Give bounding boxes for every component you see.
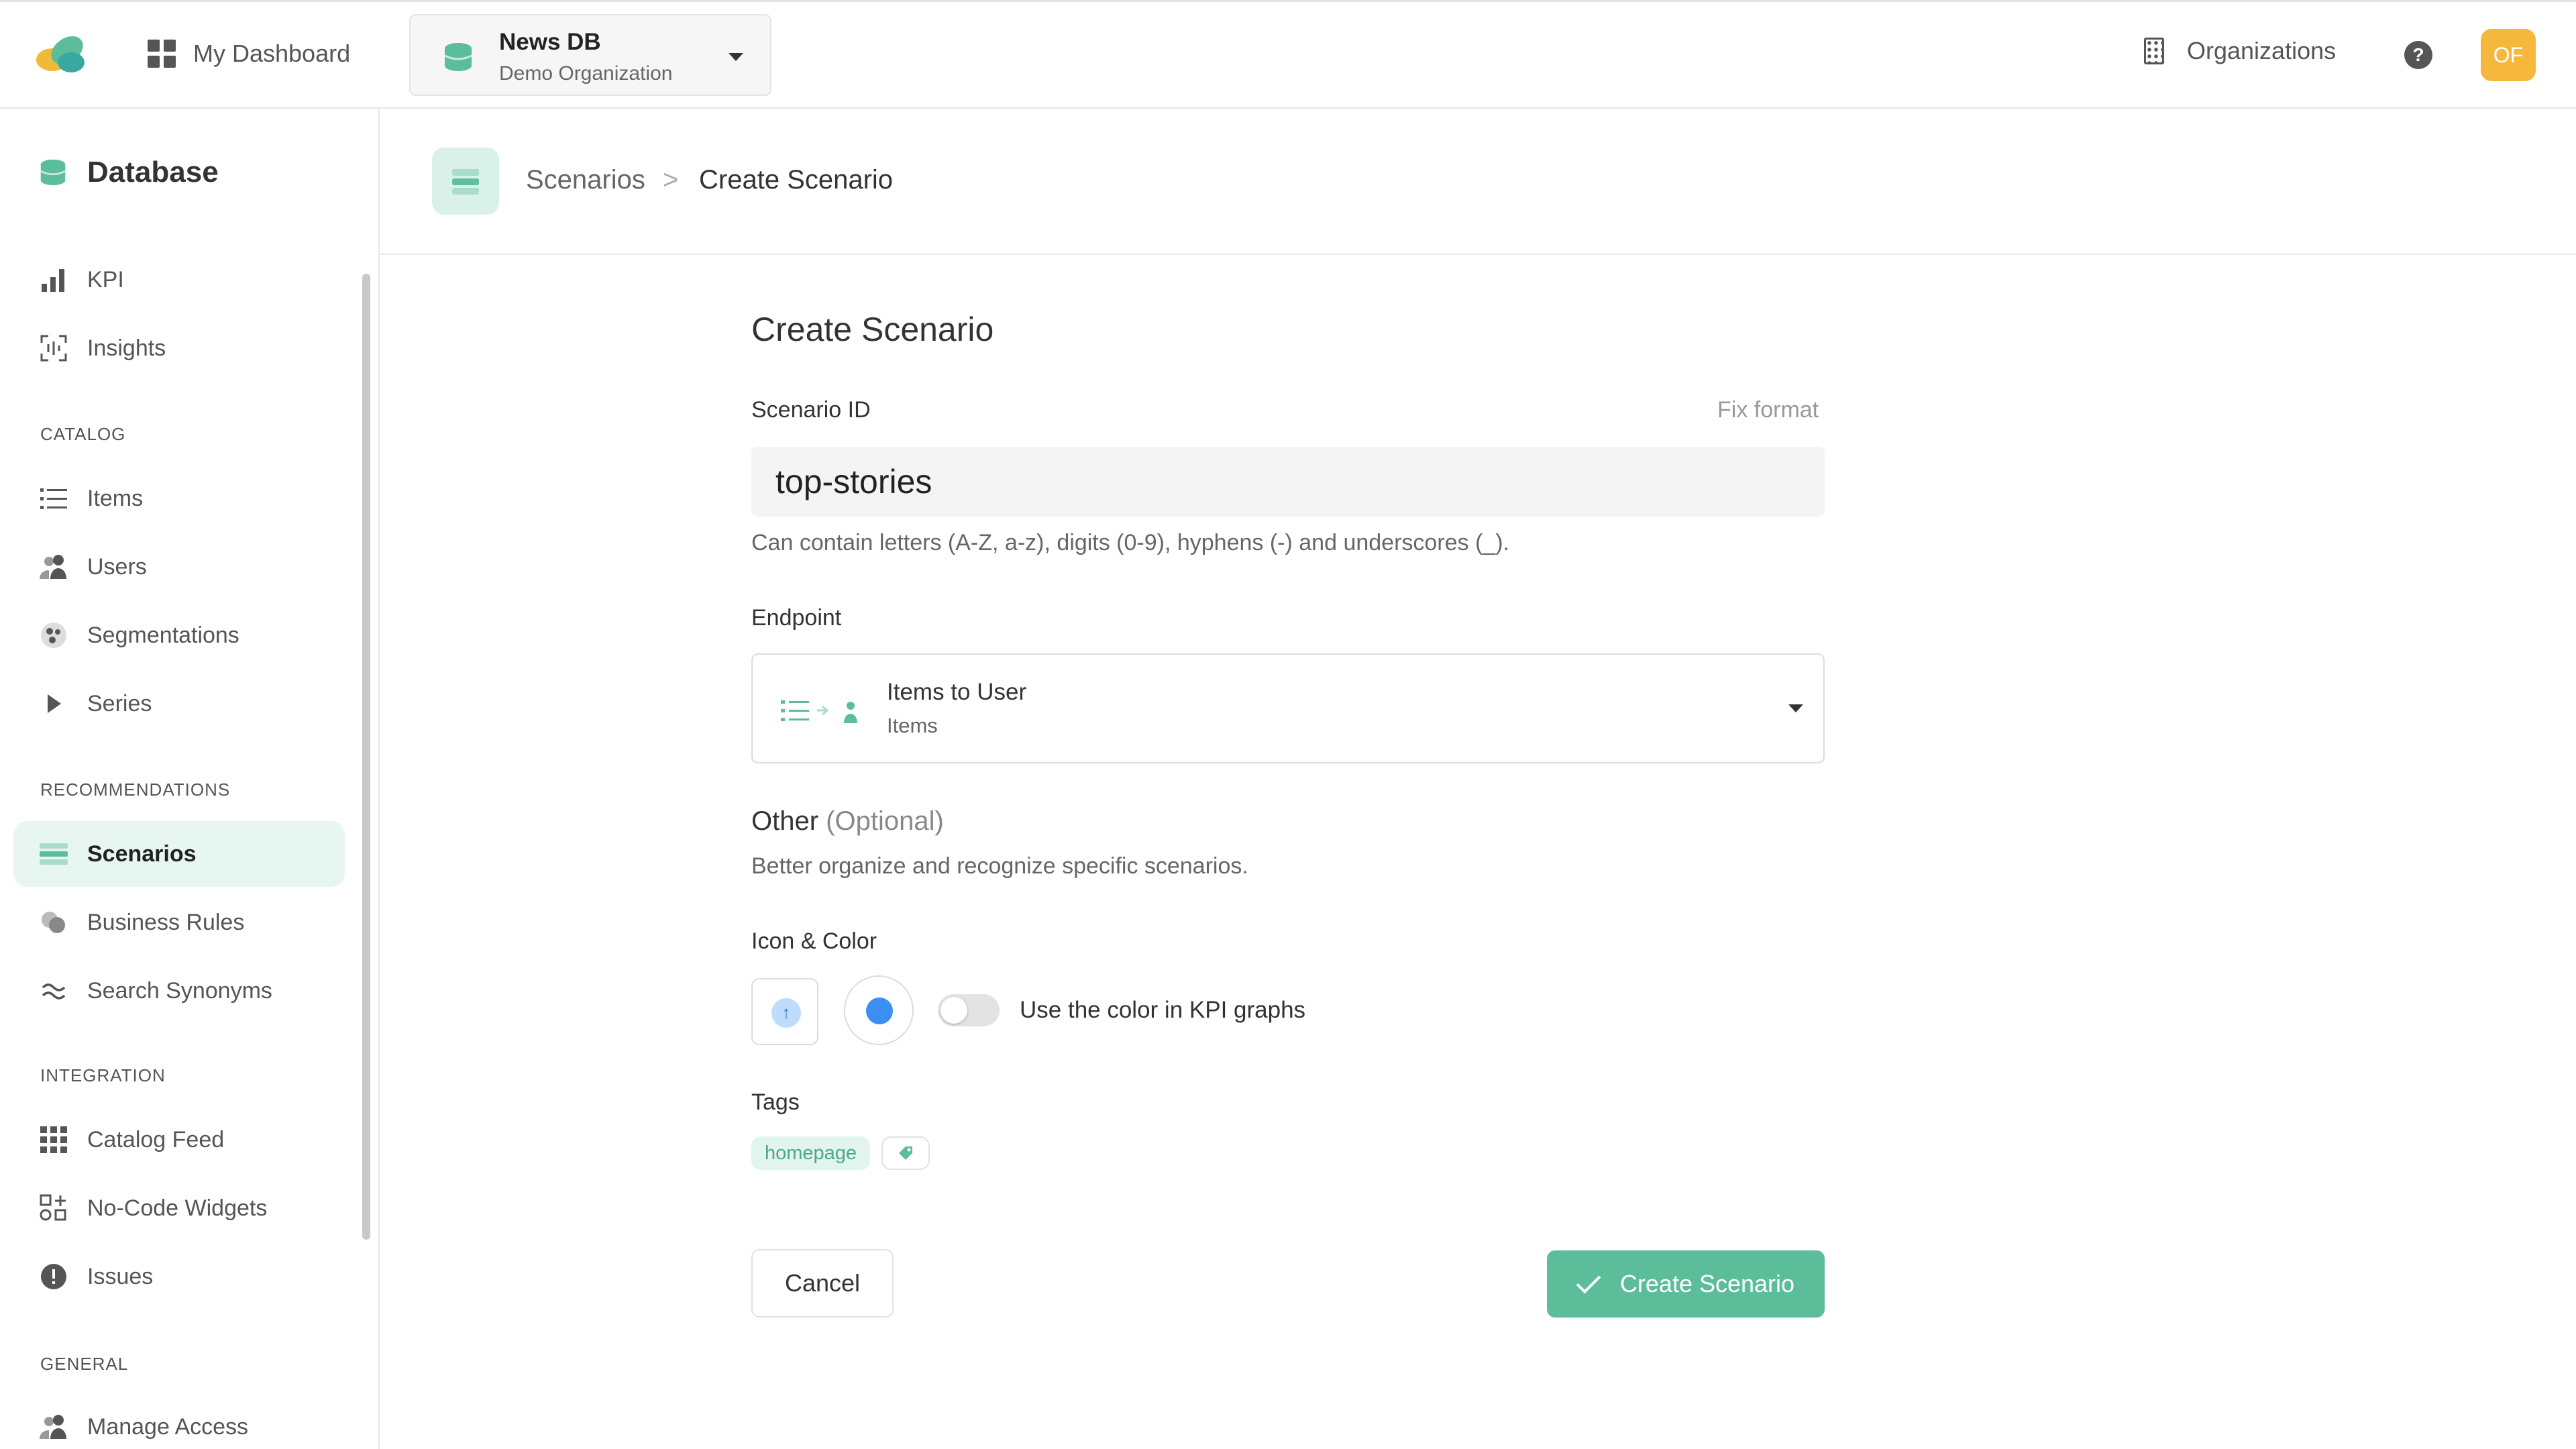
add-tag-button[interactable] (881, 1136, 930, 1170)
breadcrumb-current: Create Scenario (699, 165, 894, 195)
section-title-integration: INTEGRATION (40, 1065, 166, 1085)
breadcrumb-separator-icon: > (663, 165, 679, 195)
section-title-recommendations: RECOMMENDATIONS (40, 780, 231, 800)
endpoint-select[interactable]: Items to User Items (751, 653, 1825, 763)
app-logo-icon[interactable] (31, 30, 91, 77)
tag-chip[interactable]: homepage (751, 1136, 871, 1170)
sidebar-item-manage-access[interactable]: Manage Access (13, 1394, 345, 1449)
sidebar-item-label: Series (87, 690, 152, 716)
sidebar-item-issues[interactable]: Issues (13, 1244, 345, 1309)
items-to-user-icon (781, 700, 857, 723)
create-scenario-button[interactable]: Create Scenario (1547, 1250, 1825, 1318)
database-icon (40, 159, 66, 186)
users-icon (39, 552, 68, 582)
kpi-color-toggle-label: Use the color in KPI graphs (1020, 997, 1306, 1023)
endpoint-label: Endpoint (751, 605, 842, 631)
sidebar: Database KPI Insights CATALOG Items User… (0, 109, 380, 1449)
grid-icon (39, 1125, 68, 1155)
page-title: Create Scenario (751, 311, 994, 348)
tag-icon (899, 1146, 912, 1160)
help-icon[interactable]: ? (2404, 41, 2432, 69)
create-scenario-label: Create Scenario (1619, 1270, 1795, 1297)
organizations-link[interactable]: Organizations (2144, 37, 2336, 65)
database-icon (444, 43, 472, 71)
icon-color-label: Icon & Color (751, 928, 877, 954)
sidebar-item-search-synonyms[interactable]: Search Synonyms (13, 958, 345, 1024)
sidebar-item-label: Users (87, 553, 147, 580)
scenarios-icon (432, 148, 499, 215)
top-bar: My Dashboard News DB Demo Organization O… (0, 0, 2576, 109)
bar-chart-icon (39, 265, 68, 294)
sidebar-item-users[interactable]: Users (13, 534, 345, 600)
fix-format-link[interactable]: Fix format (1717, 397, 1819, 423)
check-icon (1576, 1269, 1601, 1294)
organizations-label: Organizations (2187, 37, 2337, 64)
cancel-button[interactable]: Cancel (751, 1249, 894, 1318)
sidebar-item-catalog-feed[interactable]: Catalog Feed (13, 1107, 345, 1173)
sidebar-item-label: Catalog Feed (87, 1126, 225, 1152)
sidebar-header: Database (39, 156, 219, 189)
sidebar-item-scenarios[interactable]: Scenarios (13, 821, 345, 887)
sidebar-item-kpi[interactable]: KPI (13, 247, 345, 313)
sidebar-item-label: Insights (87, 335, 166, 361)
alert-icon (39, 1262, 68, 1291)
organization-name: Demo Organization (499, 62, 673, 85)
icon-picker-button[interactable]: ↑ (751, 978, 818, 1045)
kpi-color-toggle[interactable] (938, 994, 1000, 1026)
section-title-catalog: CATALOG (40, 424, 126, 444)
color-picker-button[interactable] (844, 975, 914, 1045)
section-title-general: GENERAL (40, 1354, 129, 1374)
building-icon (2144, 38, 2164, 64)
sidebar-scrollbar[interactable] (362, 274, 370, 1240)
sidebar-item-label: Business Rules (87, 909, 245, 935)
scenario-id-label: Scenario ID (751, 397, 871, 423)
sidebar-item-items[interactable]: Items (13, 466, 345, 531)
breadcrumb: Scenarios > Create Scenario (380, 109, 2576, 255)
sidebar-item-label: Search Synonyms (87, 977, 272, 1004)
list-icon (39, 484, 68, 513)
sidebar-item-label: Segmentations (87, 622, 239, 648)
sidebar-item-segmentations[interactable]: Segmentations (13, 602, 345, 668)
sidebar-item-label: Items (87, 485, 144, 511)
scenario-id-input[interactable]: top-stories (751, 447, 1825, 517)
my-dashboard-link[interactable]: My Dashboard (148, 37, 350, 70)
toggle-knob (941, 997, 967, 1024)
optional-text: (Optional) (826, 806, 944, 836)
endpoint-title: Items to User (887, 679, 1027, 705)
chevron-down-icon (1788, 704, 1803, 712)
users-icon (39, 1412, 68, 1442)
breadcrumb-scenarios-link[interactable]: Scenarios (526, 165, 645, 195)
color-swatch (866, 998, 893, 1024)
sidebar-item-label: Manage Access (87, 1413, 249, 1440)
sidebar-item-insights[interactable]: Insights (13, 315, 345, 381)
sidebar-item-business-rules[interactable]: Business Rules (13, 890, 345, 955)
database-selector[interactable]: News DB Demo Organization (409, 14, 771, 96)
dashboard-grid-icon (148, 40, 176, 68)
avatar[interactable]: OF (2481, 29, 2536, 81)
approx-icon (39, 976, 68, 1006)
sidebar-item-label: KPI (87, 266, 124, 292)
sidebar-item-label: No-Code Widgets (87, 1195, 268, 1221)
tags-label: Tags (751, 1089, 800, 1115)
sidebar-item-series[interactable]: Series (13, 671, 345, 737)
sidebar-item-label: Scenarios (87, 841, 197, 867)
business-rules-icon (39, 908, 68, 937)
chevron-down-icon (729, 53, 743, 61)
sidebar-item-label: Issues (87, 1263, 154, 1289)
scenarios-icon (39, 839, 68, 869)
segmentations-icon (39, 621, 68, 650)
insights-icon (39, 333, 68, 363)
other-section-subtitle: Better organize and recognize specific s… (751, 853, 1248, 879)
other-title-text: Other (751, 806, 819, 836)
sidebar-item-no-code-widgets[interactable]: No-Code Widgets (13, 1175, 345, 1241)
widgets-icon (39, 1193, 68, 1223)
other-section-title: Other (Optional) (751, 806, 944, 837)
arrow-up-icon: ↑ (771, 998, 801, 1028)
endpoint-subtitle: Items (887, 714, 938, 737)
sidebar-title: Database (87, 156, 219, 189)
scenario-id-hint: Can contain letters (A-Z, a-z), digits (… (751, 530, 1509, 555)
database-name: News DB (499, 29, 601, 55)
play-icon (39, 689, 68, 718)
my-dashboard-label: My Dashboard (193, 40, 351, 67)
